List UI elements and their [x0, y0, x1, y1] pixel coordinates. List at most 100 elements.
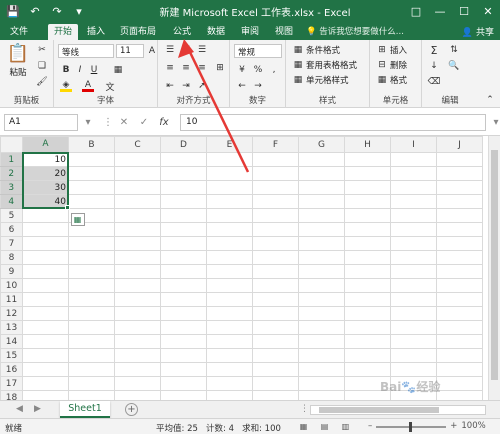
- copy-button[interactable]: ❏: [36, 60, 48, 72]
- autosum-button[interactable]: Σ: [428, 44, 440, 57]
- conditional-formatting-button[interactable]: ▦ 条件格式: [292, 44, 340, 56]
- quick-analysis-button[interactable]: ▦: [70, 212, 85, 226]
- tell-me-search[interactable]: 💡 告诉我您想要做什么...: [306, 25, 424, 38]
- add-sheet-button[interactable]: +: [125, 403, 138, 416]
- row-header-1[interactable]: 1: [0, 152, 24, 167]
- cell-f7[interactable]: [252, 236, 299, 251]
- cell-a6[interactable]: [22, 222, 69, 237]
- row-header-16[interactable]: 16: [0, 362, 23, 377]
- save-icon[interactable]: 💾: [6, 4, 20, 18]
- cell-e16[interactable]: [206, 362, 253, 377]
- row-header-12[interactable]: 12: [0, 306, 23, 321]
- cell-b9[interactable]: [68, 264, 115, 279]
- underline-button[interactable]: U: [88, 64, 100, 76]
- number-format-select[interactable]: 常规: [234, 44, 282, 58]
- sheet-tab-sheet1[interactable]: Sheet1: [60, 401, 110, 418]
- italic-button[interactable]: I: [74, 64, 86, 76]
- row-header-10[interactable]: 10: [0, 278, 23, 293]
- cell-e3[interactable]: [206, 180, 253, 195]
- cell-d2[interactable]: [160, 166, 207, 181]
- cell-j5[interactable]: [436, 208, 483, 223]
- cell-styles-button[interactable]: ▦ 单元格样式: [292, 74, 349, 86]
- find-select-button[interactable]: 🔍: [448, 60, 460, 72]
- cell-a18[interactable]: [22, 390, 69, 400]
- align-top-button[interactable]: ☰: [164, 44, 176, 56]
- collapse-ribbon-button[interactable]: ⌃: [484, 94, 496, 106]
- tab-splitter[interactable]: ⋮: [300, 404, 309, 414]
- cell-i3[interactable]: [390, 180, 437, 195]
- cell-a9[interactable]: [22, 264, 69, 279]
- cell-g1[interactable]: [298, 152, 345, 167]
- cell-f6[interactable]: [252, 222, 299, 237]
- zoom-out-button[interactable]: –: [368, 421, 372, 431]
- increase-decimal-button[interactable]: ←: [236, 80, 248, 92]
- page-break-view-icon[interactable]: ▥: [340, 421, 351, 432]
- row-header-18[interactable]: 18: [0, 390, 23, 400]
- cell-e18[interactable]: [206, 390, 253, 400]
- cell-g14[interactable]: [298, 334, 345, 349]
- fill-handle[interactable]: [64, 204, 70, 210]
- merge-button[interactable]: ⊞: [214, 62, 226, 74]
- cell-g18[interactable]: [298, 390, 345, 400]
- sheet-next-button[interactable]: ▶: [34, 404, 41, 414]
- cell-j13[interactable]: [436, 320, 483, 335]
- column-header-a[interactable]: A: [22, 136, 69, 154]
- cell-f8[interactable]: [252, 250, 299, 265]
- cell-c4[interactable]: [114, 194, 161, 209]
- tab-view[interactable]: 视图: [270, 24, 298, 40]
- cell-h6[interactable]: [344, 222, 391, 237]
- cell-d6[interactable]: [160, 222, 207, 237]
- undo-icon[interactable]: ↶: [28, 4, 42, 18]
- vertical-scrollbar[interactable]: [488, 136, 500, 400]
- tab-file[interactable]: 文件: [4, 24, 34, 40]
- column-header-j[interactable]: J: [436, 136, 483, 153]
- zoom-in-button[interactable]: +: [450, 421, 457, 431]
- cell-j3[interactable]: [436, 180, 483, 195]
- cell-d4[interactable]: [160, 194, 207, 209]
- cell-a1[interactable]: 10: [22, 152, 69, 167]
- confirm-entry-button[interactable]: ✓: [136, 114, 152, 131]
- cell-i6[interactable]: [390, 222, 437, 237]
- cell-j10[interactable]: [436, 278, 483, 293]
- row-header-2[interactable]: 2: [0, 166, 24, 181]
- cell-f17[interactable]: [252, 376, 299, 391]
- zoom-level[interactable]: 100%: [461, 421, 485, 431]
- cell-b7[interactable]: [68, 236, 115, 251]
- zoom-slider[interactable]: [376, 421, 447, 432]
- borders-button[interactable]: ▦: [112, 64, 124, 76]
- align-middle-button[interactable]: ☰: [180, 44, 192, 56]
- cell-a14[interactable]: [22, 334, 69, 349]
- percent-button[interactable]: %: [252, 64, 264, 76]
- cell-i15[interactable]: [390, 348, 437, 363]
- worksheet-grid[interactable]: ABCDEFGHIJ 1 10 2 20 3 30 4 40 5 6 7 8 9 10 11 12 13 14 15…: [0, 136, 500, 400]
- cell-c17[interactable]: [114, 376, 161, 391]
- cell-e7[interactable]: [206, 236, 253, 251]
- cell-j18[interactable]: [436, 390, 483, 400]
- row-header-17[interactable]: 17: [0, 376, 23, 391]
- cell-e5[interactable]: [206, 208, 253, 223]
- page-layout-view-icon[interactable]: ▤: [319, 421, 330, 432]
- cell-i5[interactable]: [390, 208, 437, 223]
- redo-icon[interactable]: ↷: [50, 4, 64, 18]
- cell-d18[interactable]: [160, 390, 207, 400]
- cell-c15[interactable]: [114, 348, 161, 363]
- cell-d12[interactable]: [160, 306, 207, 321]
- cell-e13[interactable]: [206, 320, 253, 335]
- align-left-button[interactable]: ≡: [164, 62, 176, 74]
- cell-d1[interactable]: [160, 152, 207, 167]
- cell-h2[interactable]: [344, 166, 391, 181]
- cell-b13[interactable]: [68, 320, 115, 335]
- name-box-dropdown[interactable]: ▾: [80, 114, 96, 131]
- cell-d7[interactable]: [160, 236, 207, 251]
- font-color-button[interactable]: A: [82, 80, 94, 92]
- cell-g4[interactable]: [298, 194, 345, 209]
- cell-g16[interactable]: [298, 362, 345, 377]
- cell-h15[interactable]: [344, 348, 391, 363]
- cell-b18[interactable]: [68, 390, 115, 400]
- cell-d10[interactable]: [160, 278, 207, 293]
- cell-a2[interactable]: 20: [22, 166, 69, 181]
- column-header-b[interactable]: B: [68, 136, 115, 153]
- cell-g5[interactable]: [298, 208, 345, 223]
- cell-c10[interactable]: [114, 278, 161, 293]
- customize-toolbar-icon[interactable]: ▾: [72, 4, 86, 18]
